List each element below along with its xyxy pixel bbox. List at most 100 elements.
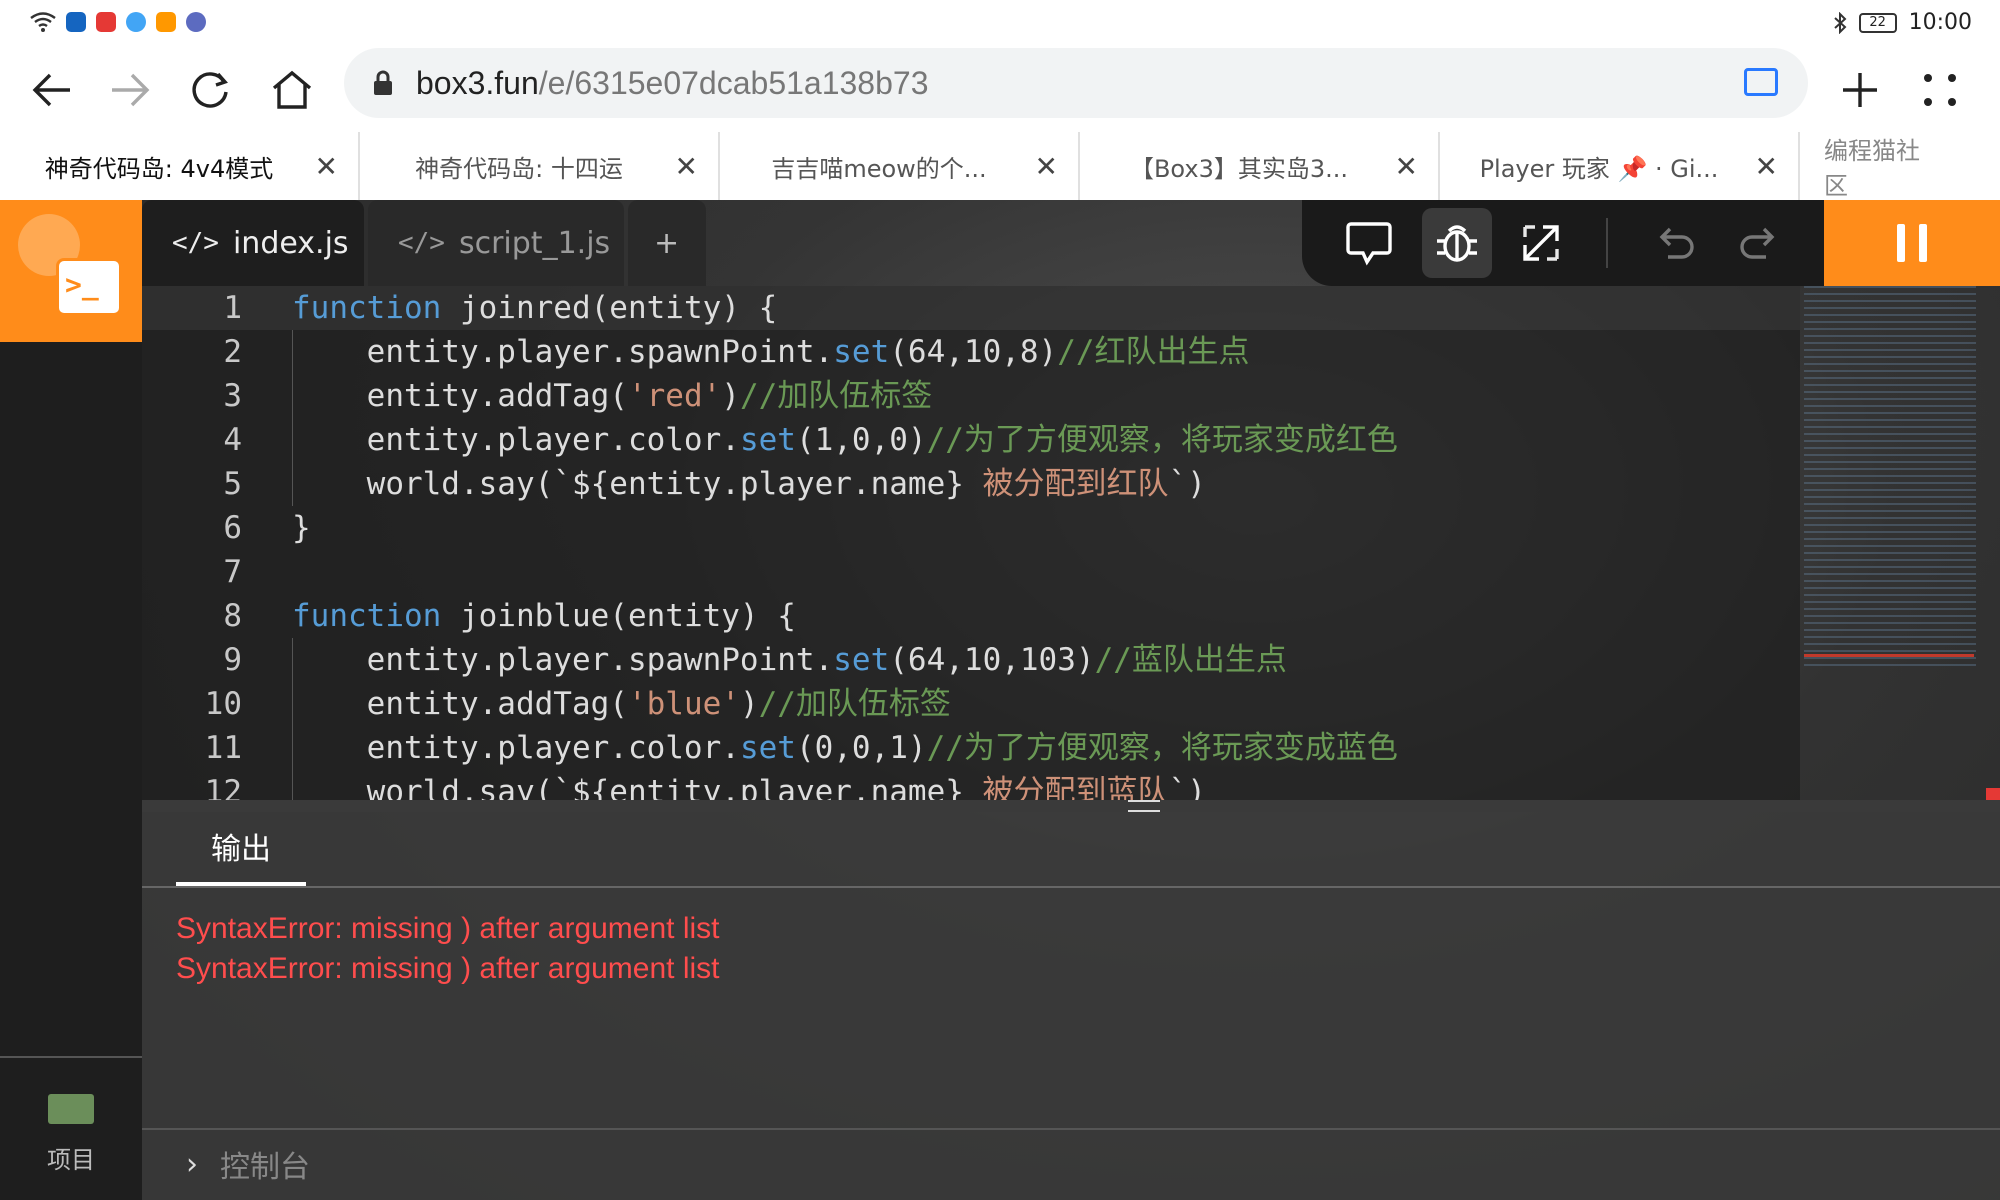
file-tab-index[interactable]: </> index.js [142,200,364,286]
code-token: entity.addTag( [366,686,628,722]
code-token: 'red' [627,378,722,414]
console-toggle[interactable]: › 控制台 [186,1142,310,1186]
lock-icon [368,68,398,98]
console-label: 控制台 [220,1150,310,1185]
output-divider [142,886,2000,888]
tab-label: 神奇代码岛: 十四运 [415,154,623,183]
toolbar-divider [1606,218,1608,268]
resize-handle-icon[interactable] [1128,800,1160,812]
code-text: entity.player.color.set(1,0,0)//为了方便观察，将… [292,418,1398,462]
redo-icon [1740,227,1775,259]
project-icon[interactable] [48,1094,94,1124]
browser-tab[interactable]: 吉吉喵meow的个... ✕ [720,132,1080,200]
pause-button[interactable] [1824,200,2000,286]
home-button[interactable] [262,60,322,120]
code-token: 'blue' [627,686,740,722]
expand-button[interactable] [1506,208,1576,278]
reload-button[interactable] [180,60,240,120]
close-icon[interactable]: ✕ [315,150,338,183]
code-token: //蓝队出生点 [1094,642,1287,678]
terminal-logo[interactable]: >_ [0,200,142,342]
browser-tab[interactable]: 神奇代码岛: 4v4模式 ✕ [0,132,360,200]
undo-icon [1659,227,1694,259]
comment-button[interactable] [1334,208,1404,278]
code-line[interactable]: 10 entity.addTag('blue')//加队伍标签 [142,682,1800,726]
app3-icon [126,12,146,32]
code-line[interactable]: 9 entity.player.spawnPoint.set(64,10,103… [142,638,1800,682]
file-tab-label: script_1.js [458,225,611,261]
code-line[interactable]: 7 [142,550,1800,594]
minimap[interactable] [1804,286,1976,666]
line-number: 11 [204,730,242,766]
close-icon[interactable]: ✕ [1755,150,1778,183]
line-number: 10 [204,686,242,722]
app1-icon [66,12,86,32]
code-line[interactable]: 5 world.say(`${entity.player.name} 被分配到红… [142,462,1800,506]
device-icon[interactable] [1744,68,1778,96]
browser-tabs: 神奇代码岛: 4v4模式 ✕ 神奇代码岛: 十四运 ✕ 吉吉喵meow的个... ✕ … [0,132,2000,200]
code-token: (1,0,0) [795,422,927,458]
left-sidebar: >_ 项目 [0,200,142,1200]
browser-tab[interactable]: 【Box3】其实岛3... ✕ [1080,132,1440,200]
new-tab-button[interactable] [1830,60,1890,120]
menu-button[interactable] [1910,60,1970,120]
back-button[interactable] [22,60,82,120]
code-token: world.say(`${entity.player.name} [366,774,964,800]
bluetooth-icon [1833,11,1847,34]
close-icon[interactable]: ✕ [1035,150,1058,183]
browser-tab[interactable]: Player 玩家 📌 · Gi... ✕ [1440,132,1800,200]
code-token: function [292,598,442,634]
undo-button[interactable] [1640,208,1710,278]
browser-tab[interactable]: 神奇代码岛: 十四运 ✕ [360,132,720,200]
line-number: 2 [223,334,242,370]
code-line[interactable]: 4 entity.player.color.set(1,0,0)//为了方便观察… [142,418,1800,462]
code-token: //加队伍标签 [739,378,933,414]
error-marker [1986,788,2000,800]
error-message: SyntaxError: missing ) after argument li… [176,952,720,985]
file-tab-label: index.js [232,225,349,261]
music-icon [186,12,206,32]
code-token: ) [739,686,759,722]
close-icon[interactable]: ✕ [675,150,698,183]
code-line[interactable]: 12 world.say(`${entity.player.name} 被分配到… [142,770,1800,800]
line-number: 1 [223,290,242,326]
code-token: `) [1168,774,1206,800]
code-token: world.say(`${entity.player.name} [366,466,964,502]
address-bar[interactable]: box3.fun/e/6315e07dcab51a138b73 [344,48,1808,118]
code-token: (64,10,103) [889,642,1095,678]
code-line[interactable]: 1 function joinred(entity) { [142,286,1800,330]
file-tab-script[interactable]: </> script_1.js [368,200,624,286]
browser-tab[interactable]: 编程猫社区 [1800,132,1960,200]
code-line[interactable]: 3 entity.addTag('red')//加队伍标签 [142,374,1800,418]
code-line[interactable]: 8 function joinblue(entity) { [142,594,1800,638]
line-number: 5 [223,466,242,502]
tab-label: 神奇代码岛: 4v4模式 [44,154,274,183]
clock: 10:00 [1908,10,1972,35]
code-view[interactable]: 1 function joinred(entity) {2 entity.play… [142,286,1800,800]
tab-label: Player 玩家 📌 · Gi... [1479,154,1719,183]
code-token: `) [1168,466,1206,502]
add-file-button[interactable]: + [628,200,706,286]
reload-icon [192,72,228,108]
code-token: 被分配到红队 [963,466,1169,502]
wifi-icon [30,12,56,32]
code-line[interactable]: 6} [142,506,1800,550]
code-token: //红队出生点 [1057,334,1250,370]
line-number: 9 [223,642,242,678]
terminal-icon: >_ [56,258,122,316]
chat-bubble-icon [1346,222,1392,266]
debug-button[interactable] [1422,208,1492,278]
code-text: function joinblue(entity) { [292,594,796,638]
code-token: entity.player.color. [366,730,740,766]
code-line[interactable]: 11 entity.player.color.set(0,0,1)//为了方便观… [142,726,1800,770]
close-icon[interactable]: ✕ [1395,150,1418,183]
code-token: set [833,642,890,678]
output-tab[interactable]: 输出 [176,826,306,886]
forward-button[interactable] [100,60,160,120]
code-line[interactable]: 2 entity.player.spawnPoint.set(64,10,8)/… [142,330,1800,374]
home-icon [272,70,312,109]
panel-resizer[interactable] [142,800,2000,812]
redo-button[interactable] [1724,208,1794,278]
chevron-right-icon: › [186,1146,198,1182]
project-label[interactable]: 项目 [0,1140,142,1175]
